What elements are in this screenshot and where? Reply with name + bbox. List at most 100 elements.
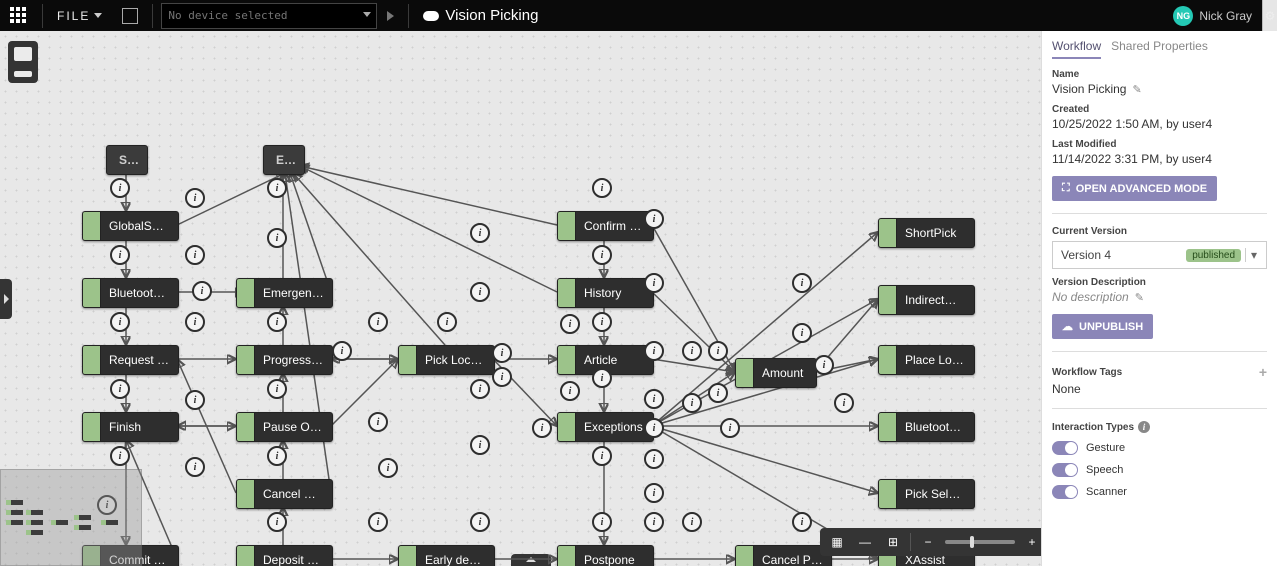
edge-info-icon[interactable]: i xyxy=(470,435,490,455)
edge-info-icon[interactable]: i xyxy=(644,483,664,503)
node-postpone[interactable]: Postpone xyxy=(557,545,654,566)
edge-info-icon[interactable]: i xyxy=(644,389,664,409)
edge-info-icon[interactable]: i xyxy=(470,223,490,243)
node-confirmcom[interactable]: Confirm Com… xyxy=(557,211,654,241)
edge-info-icon[interactable]: i xyxy=(332,341,352,361)
edge-info-icon[interactable]: i xyxy=(708,383,728,403)
edge-info-icon[interactable]: i xyxy=(267,178,287,198)
edge-info-icon[interactable]: i xyxy=(185,312,205,332)
edge-info-icon[interactable]: i xyxy=(532,418,552,438)
edge-info-icon[interactable]: i xyxy=(682,341,702,361)
edge-info-icon[interactable]: i xyxy=(708,341,728,361)
edge-info-icon[interactable]: i xyxy=(560,314,580,334)
save-button[interactable] xyxy=(112,0,148,31)
edge-info-icon[interactable]: i xyxy=(378,458,398,478)
edge-info-icon[interactable]: i xyxy=(792,512,812,532)
edge-info-icon[interactable]: i xyxy=(592,312,612,332)
edge-info-icon[interactable]: i xyxy=(834,393,854,413)
edge-info-icon[interactable]: i xyxy=(682,393,702,413)
expand-bottom-tab[interactable] xyxy=(511,554,551,566)
edge-info-icon[interactable]: i xyxy=(492,343,512,363)
edge-info-icon[interactable]: i xyxy=(592,512,612,532)
edge-info-icon[interactable]: i xyxy=(470,512,490,532)
edge-info-icon[interactable]: i xyxy=(110,446,130,466)
node-pickselection[interactable]: Pick Selection xyxy=(878,479,975,509)
edge-info-icon[interactable]: i xyxy=(720,418,740,438)
edge-info-icon[interactable]: i xyxy=(368,412,388,432)
edge-info-icon[interactable]: i xyxy=(592,446,612,466)
device-select[interactable] xyxy=(161,3,377,29)
edge-info-icon[interactable]: i xyxy=(644,341,664,361)
edge-info-icon[interactable]: i xyxy=(644,209,664,229)
node-globalsettings[interactable]: GlobalSettings xyxy=(82,211,179,241)
node-progresscheck[interactable]: Progress Check xyxy=(236,345,333,375)
edge-info-icon[interactable]: i xyxy=(110,312,130,332)
edge-info-icon[interactable]: i xyxy=(110,379,130,399)
node-bluetoothsetup[interactable]: BluetoothSetUp xyxy=(82,278,179,308)
open-advanced-button[interactable]: ⛶ OPEN ADVANCED MODE xyxy=(1052,176,1217,201)
node-bluetoothpair[interactable]: BluetoothPairi… xyxy=(878,412,975,442)
edge-info-icon[interactable]: i xyxy=(470,379,490,399)
edge-info-icon[interactable]: i xyxy=(592,178,612,198)
edge-info-icon[interactable]: i xyxy=(368,312,388,332)
node-indirectwork[interactable]: IndirectWork xyxy=(878,285,975,315)
avatar[interactable]: NG xyxy=(1173,6,1193,26)
edge-info-icon[interactable]: i xyxy=(592,245,612,265)
workflow-canvas[interactable]: START END GlobalSettingsBluetoothSetUpRe… xyxy=(0,31,1062,566)
minimap[interactable] xyxy=(0,469,142,566)
component-tool-icon[interactable] xyxy=(14,47,32,61)
node-exceptions[interactable]: Exceptions xyxy=(557,412,654,442)
node-picklocation[interactable]: Pick Location xyxy=(398,345,495,375)
edge-info-icon[interactable]: i xyxy=(110,178,130,198)
add-tag-button[interactable]: + xyxy=(1259,364,1267,380)
file-menu[interactable]: FILE xyxy=(47,0,112,31)
node-shortpick[interactable]: ShortPick xyxy=(878,218,975,248)
play-button[interactable] xyxy=(377,0,404,31)
edge-info-icon[interactable]: i xyxy=(437,312,457,332)
edge-info-icon[interactable]: i xyxy=(592,368,612,388)
node-pauseorder[interactable]: Pause Order xyxy=(236,412,333,442)
edge-info-icon[interactable]: i xyxy=(267,228,287,248)
zoom-slider[interactable] xyxy=(945,540,1015,544)
toggle-speech[interactable] xyxy=(1052,463,1078,477)
edge-info-icon[interactable]: i xyxy=(267,512,287,532)
edge-info-icon[interactable]: i xyxy=(792,273,812,293)
edge-info-icon[interactable]: i xyxy=(682,512,702,532)
apps-menu-button[interactable] xyxy=(0,0,38,31)
edge-info-icon[interactable]: i xyxy=(792,323,812,343)
tab-shared-properties[interactable]: Shared Properties xyxy=(1111,39,1208,59)
zoom-in-button[interactable]: + xyxy=(1021,531,1043,553)
settings-strip[interactable]: ⚙ xyxy=(1262,0,1277,31)
fit-width-button[interactable]: — xyxy=(854,531,876,553)
edge-info-icon[interactable]: i xyxy=(267,312,287,332)
toggle-gesture[interactable] xyxy=(1052,441,1078,455)
node-emergencyexit[interactable]: EmergencyExit xyxy=(236,278,333,308)
node-finish[interactable]: Finish xyxy=(82,412,179,442)
edge-info-icon[interactable]: i xyxy=(110,245,130,265)
edge-info-icon[interactable]: i xyxy=(185,457,205,477)
connector-tool-icon[interactable] xyxy=(14,71,32,77)
edge-info-icon[interactable]: i xyxy=(267,446,287,466)
edge-info-icon[interactable]: i xyxy=(560,381,580,401)
edit-name-icon[interactable] xyxy=(1132,82,1141,96)
tab-workflow[interactable]: Workflow xyxy=(1052,39,1101,59)
map-button[interactable]: ⊞ xyxy=(882,531,904,553)
edge-info-icon[interactable]: i xyxy=(192,281,212,301)
edge-info-icon[interactable]: i xyxy=(814,355,834,375)
edge-info-icon[interactable]: i xyxy=(185,390,205,410)
node-requestorder[interactable]: Request Order xyxy=(82,345,179,375)
edge-info-icon[interactable]: i xyxy=(644,418,664,438)
edge-info-icon[interactable]: i xyxy=(644,273,664,293)
info-icon[interactable]: i xyxy=(1138,421,1150,433)
unpublish-button[interactable]: ☁ UNPUBLISH xyxy=(1052,314,1153,339)
node-cancelorder[interactable]: Cancel Order xyxy=(236,479,333,509)
edge-info-icon[interactable]: i xyxy=(185,188,205,208)
node-end[interactable]: END xyxy=(263,145,305,175)
edit-desc-icon[interactable] xyxy=(1135,290,1144,304)
node-cancelpick[interactable]: Cancel Pick xyxy=(735,545,832,566)
node-amount[interactable]: Amount xyxy=(735,358,817,388)
node-depositcart[interactable]: Deposit Cart xyxy=(236,545,333,566)
version-select[interactable]: Version 4 published ▾ xyxy=(1052,241,1267,269)
node-placelocation[interactable]: Place Location xyxy=(878,345,975,375)
edge-info-icon[interactable]: i xyxy=(470,282,490,302)
